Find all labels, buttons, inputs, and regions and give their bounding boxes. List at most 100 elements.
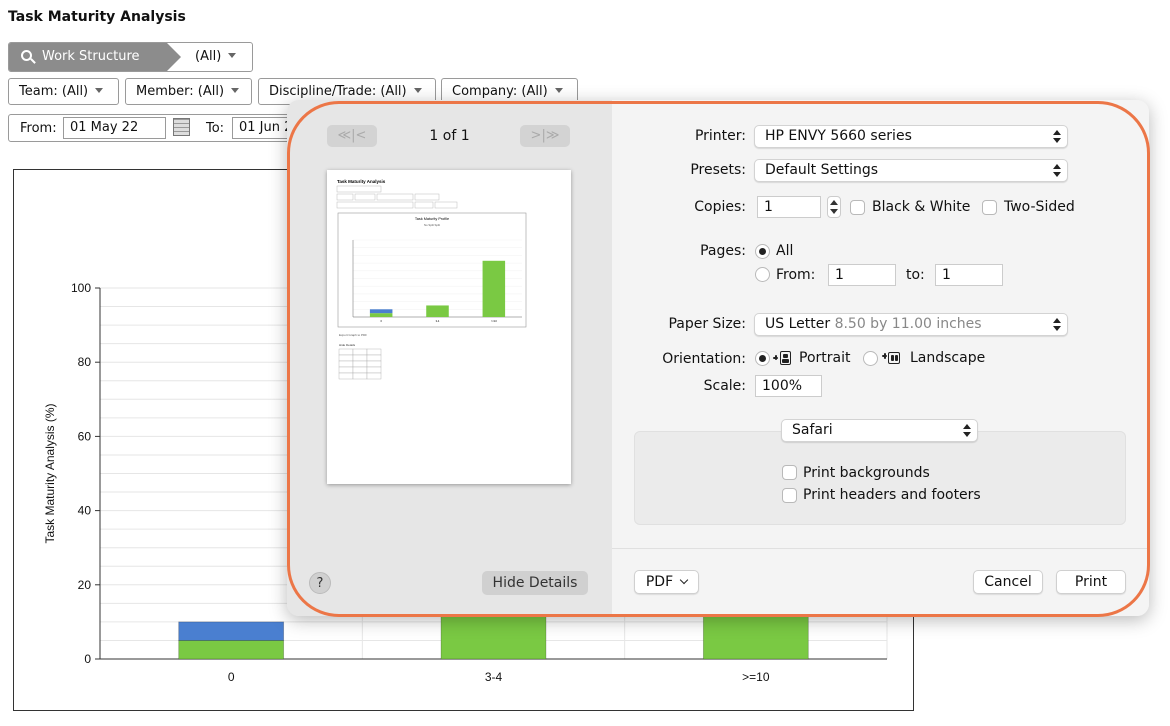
thumb-filter xyxy=(354,193,376,201)
y-tick-label: 20 xyxy=(78,578,92,592)
copies-field[interactable]: 1 xyxy=(757,196,821,218)
portrait-radio[interactable] xyxy=(755,351,770,366)
scale-label: Scale: xyxy=(703,378,746,394)
pages-range-radio[interactable] xyxy=(755,267,770,282)
thumb-table-cell xyxy=(352,360,368,368)
orientation-label: Orientation: xyxy=(662,351,746,367)
y-axis-label: Task Maturity Analysis (%) xyxy=(43,403,57,543)
printer-label: Printer: xyxy=(694,128,746,144)
print-button[interactable]: Print xyxy=(1056,570,1126,594)
work-structure-label: Work Structure xyxy=(42,49,140,64)
pages-from-label: From: xyxy=(776,267,816,283)
team-filter-dropdown[interactable]: Team: (All) xyxy=(8,78,119,105)
work-structure-dropdown[interactable]: (All) xyxy=(195,43,237,71)
portrait-label: Portrait xyxy=(799,350,851,366)
thumb-bar xyxy=(426,305,449,317)
pages-all-radio[interactable] xyxy=(755,244,770,259)
x-tick-label: >=10 xyxy=(742,670,770,684)
thumb-filter xyxy=(336,185,382,193)
caret-down-icon xyxy=(228,53,237,58)
thumb-filter xyxy=(336,193,354,201)
pages-all-label: All xyxy=(776,243,794,259)
thumb-table-cell xyxy=(366,366,382,374)
thumb-table-cell xyxy=(338,366,354,374)
company-filter-label: Company: (All) xyxy=(452,84,548,99)
two-sided-checkbox[interactable] xyxy=(982,200,997,215)
thumb-filter xyxy=(414,193,440,201)
paper-size-label: Paper Size: xyxy=(668,316,746,332)
presets-label: Presets: xyxy=(690,162,746,178)
black-white-label: Black & White xyxy=(872,199,971,215)
updown-chevron-icon xyxy=(1053,130,1061,143)
presets-value: Default Settings xyxy=(765,162,879,178)
paper-size-select[interactable]: US Letter 8.50 by 11.00 inches xyxy=(754,313,1068,336)
thumb-filter xyxy=(376,193,414,201)
thumb-table-cell xyxy=(366,372,382,380)
copies-stepper[interactable] xyxy=(827,196,841,218)
y-tick-label: 100 xyxy=(71,281,91,295)
page: Task Maturity Analysis Work Structure (A… xyxy=(0,0,1170,726)
caret-down-icon xyxy=(413,88,422,93)
member-filter-dropdown[interactable]: Member: (All) xyxy=(125,78,252,105)
updown-chevron-icon xyxy=(1053,318,1061,331)
thumb-table-cell xyxy=(338,348,354,356)
print-headers-label: Print headers and footers xyxy=(803,487,981,503)
thumb-filter xyxy=(336,201,414,209)
copies-label: Copies: xyxy=(694,199,746,215)
printer-select[interactable]: HP ENVY 5660 series xyxy=(754,125,1068,148)
thumb-bar xyxy=(482,260,506,317)
paper-dimensions: 8.50 by 11.00 inches xyxy=(834,316,982,332)
x-tick-label: 3-4 xyxy=(485,670,503,684)
to-label: To: xyxy=(206,121,225,136)
discipline-filter-label: Discipline/Trade: (All) xyxy=(269,84,407,99)
thumb-x-label: >=10 xyxy=(491,319,497,323)
black-white-checkbox[interactable] xyxy=(850,200,865,215)
work-structure-filter[interactable]: Work Structure (All) xyxy=(8,42,253,72)
updown-chevron-icon xyxy=(963,424,971,437)
scale-field[interactable]: 100% xyxy=(755,375,822,397)
print-settings-pane: Printer: HP ENVY 5660 series Presets: De… xyxy=(612,100,1149,616)
chevron-down-icon xyxy=(679,575,689,585)
thumb-page-title: Task Maturity Analysis xyxy=(337,179,386,184)
print-headers-checkbox[interactable] xyxy=(782,488,797,503)
app-options-value: Safari xyxy=(792,422,833,438)
calendar-icon[interactable] xyxy=(173,118,190,136)
thumb-export-link: Export Graph to PDF xyxy=(339,333,367,337)
work-structure-value: (All) xyxy=(195,49,222,64)
pdf-label: PDF xyxy=(645,574,674,590)
hide-details-button[interactable]: Hide Details xyxy=(482,571,588,595)
landscape-radio[interactable] xyxy=(863,351,878,366)
help-button[interactable]: ? xyxy=(309,572,331,594)
from-date-field[interactable]: 01 May 22 xyxy=(63,117,166,139)
presets-select[interactable]: Default Settings xyxy=(754,159,1068,182)
print-backgrounds-label: Print backgrounds xyxy=(803,465,930,481)
thumb-table-cell xyxy=(352,366,368,374)
thumb-table-cell xyxy=(338,360,354,368)
pdf-menu-button[interactable]: PDF xyxy=(634,570,699,594)
bar-segment xyxy=(178,621,285,641)
thumb-hide-details: Hide Details xyxy=(339,343,356,347)
updown-chevron-icon xyxy=(1053,164,1061,177)
print-backgrounds-checkbox[interactable] xyxy=(782,465,797,480)
search-icon xyxy=(21,50,32,61)
next-last-page-button[interactable]: >|≫ xyxy=(520,125,570,147)
cancel-button[interactable]: Cancel xyxy=(973,570,1043,594)
thumb-x-label: 3-4 xyxy=(436,319,440,323)
preview-page-render: Task Maturity Analysis Task Maturity Prof… xyxy=(336,179,527,380)
thumb-table-cell xyxy=(338,354,354,362)
y-tick-label: 80 xyxy=(78,355,92,369)
team-filter-label: Team: (All) xyxy=(19,84,89,99)
thumb-legend: No Split Split xyxy=(424,223,440,227)
portrait-icon xyxy=(773,351,791,365)
thumb-table-cell xyxy=(366,354,382,362)
date-range-row: From: 01 May 22 To: 01 Jun 2 xyxy=(8,114,302,142)
work-structure-search-button[interactable]: Work Structure xyxy=(9,43,181,71)
pages-to-field[interactable]: 1 xyxy=(935,264,1003,286)
pages-from-field[interactable]: 1 xyxy=(828,264,896,286)
thumb-chart-title: Task Maturity Profile xyxy=(415,217,449,221)
thumb-filter xyxy=(414,201,434,209)
app-options-select[interactable]: Safari xyxy=(781,419,978,442)
thumb-bar xyxy=(369,313,393,317)
thumb-table-cell xyxy=(366,360,382,368)
member-filter-label: Member: (All) xyxy=(136,84,225,99)
